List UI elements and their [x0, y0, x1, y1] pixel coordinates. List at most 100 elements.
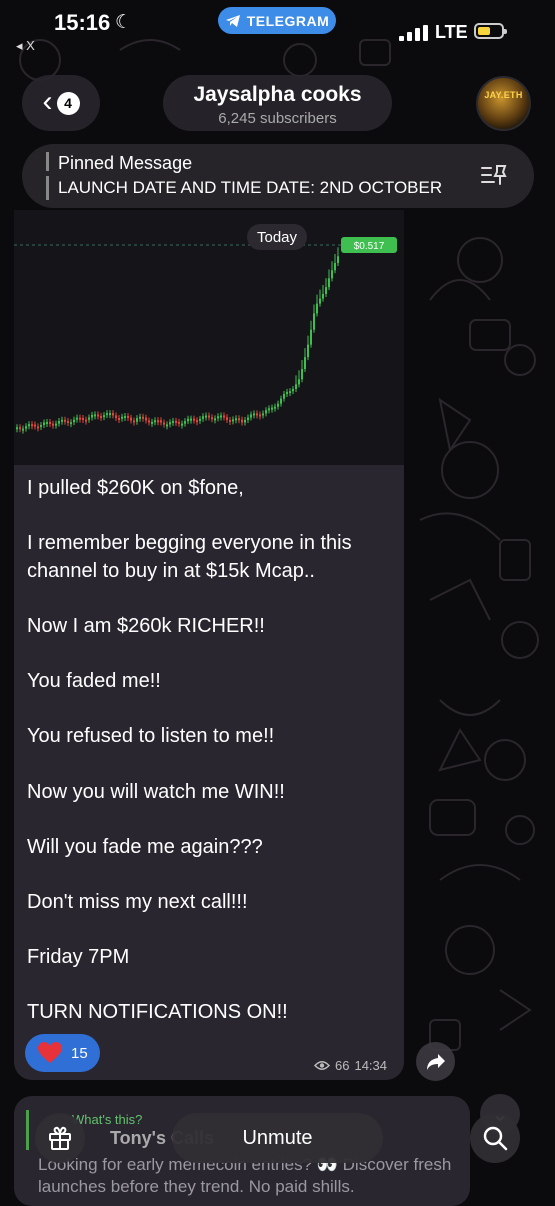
candle	[199, 418, 201, 421]
candle	[325, 287, 327, 294]
back-button[interactable]: ‹ 4	[22, 75, 100, 131]
back-to-app[interactable]: ◂ X	[16, 38, 35, 54]
candle	[169, 422, 171, 425]
telegram-pill-label: TELEGRAM	[246, 12, 330, 29]
message-meta: 66 14:34	[314, 1058, 387, 1073]
share-icon	[426, 1053, 445, 1070]
candle	[286, 391, 288, 395]
next-post-small-label: What's this?	[72, 1112, 143, 1127]
candle	[316, 303, 318, 314]
candle	[115, 415, 117, 418]
telegram-icon	[225, 14, 240, 27]
candle	[67, 420, 69, 423]
candle	[226, 417, 228, 420]
post-time: 14:34	[354, 1058, 388, 1073]
candle	[118, 417, 120, 420]
pinned-message-bar[interactable]: Pinned Message LAUNCH DATE AND TIME DATE…	[22, 144, 534, 208]
candle	[274, 406, 276, 409]
candle	[157, 420, 159, 423]
candle	[85, 419, 87, 422]
candle	[265, 410, 267, 414]
candle	[73, 419, 75, 423]
candle	[163, 422, 165, 425]
candle	[130, 417, 132, 421]
candle	[313, 313, 315, 330]
quote-bar	[26, 1110, 29, 1150]
channel-avatar[interactable]: JAY.ETH	[476, 76, 531, 131]
clock: 15:16	[54, 10, 111, 35]
candle	[40, 424, 42, 427]
candles	[16, 247, 339, 434]
candle	[268, 408, 270, 411]
signal-icon	[399, 25, 428, 41]
candle	[151, 421, 153, 424]
candle	[91, 414, 93, 418]
candle	[295, 384, 297, 389]
candle	[178, 421, 180, 424]
candle	[52, 423, 54, 426]
candle	[205, 415, 207, 418]
candle	[148, 420, 150, 423]
gift-icon	[49, 1126, 71, 1150]
candle	[31, 424, 33, 427]
candle	[259, 414, 261, 417]
candle	[139, 416, 141, 419]
eye-icon	[314, 1061, 330, 1070]
candle	[61, 419, 63, 422]
candle	[46, 422, 48, 425]
candle	[133, 420, 135, 423]
search-icon	[483, 1126, 508, 1151]
telegram-pill[interactable]: TELEGRAM	[218, 7, 336, 34]
search-button[interactable]	[470, 1113, 520, 1163]
candle	[193, 418, 195, 421]
view-count: 66	[335, 1058, 350, 1073]
pin-list-icon[interactable]	[480, 162, 508, 188]
candle	[64, 419, 66, 422]
candle	[37, 426, 39, 429]
candle	[109, 413, 111, 416]
price-tag-label: $0.517	[354, 241, 385, 252]
candle	[112, 413, 114, 416]
candle	[145, 417, 147, 421]
candle	[19, 427, 21, 430]
channel-post[interactable]: $0.517 Today I pulled $260K on $fone, I …	[14, 210, 404, 1080]
pinned-title: Pinned Message	[58, 153, 193, 173]
candle	[124, 416, 126, 419]
reaction-count: 15	[71, 1044, 88, 1062]
gift-button[interactable]	[35, 1113, 85, 1163]
candle	[34, 424, 36, 427]
candle	[127, 416, 129, 419]
candle	[22, 428, 24, 431]
message-text: I pulled $260K on $fone, I remember begg…	[27, 477, 352, 1024]
unmute-button[interactable]: Unmute	[172, 1113, 383, 1163]
pinned-indicator	[46, 152, 49, 200]
candle	[211, 417, 213, 420]
status-bar: 15:16 ☾ TELEGRAM ◂ X LTE	[0, 0, 555, 53]
candle	[184, 421, 186, 424]
candle	[289, 391, 291, 394]
chevron-left-icon: ‹	[42, 84, 53, 118]
candle	[256, 413, 258, 416]
candle	[283, 394, 285, 399]
share-button[interactable]	[416, 1042, 455, 1081]
channel-header[interactable]: Jaysalpha cooks 6,245 subscribers	[163, 75, 392, 131]
network-type: LTE	[435, 22, 468, 42]
channel-title: Jaysalpha cooks	[193, 83, 362, 106]
candle	[49, 422, 51, 425]
candle	[292, 388, 294, 392]
candle	[76, 417, 78, 420]
candle	[16, 427, 18, 430]
candle	[160, 420, 162, 423]
candle	[307, 344, 309, 358]
battery-icon	[474, 23, 507, 39]
price-chart-image[interactable]: $0.517 Today	[14, 210, 404, 465]
candle	[328, 278, 330, 288]
candle	[241, 419, 243, 423]
candle	[100, 415, 102, 418]
candle	[82, 417, 84, 420]
candle	[301, 369, 303, 380]
candle	[247, 417, 249, 420]
heart-reaction[interactable]: 15	[25, 1034, 100, 1072]
candle	[331, 270, 333, 279]
candle	[43, 422, 45, 425]
